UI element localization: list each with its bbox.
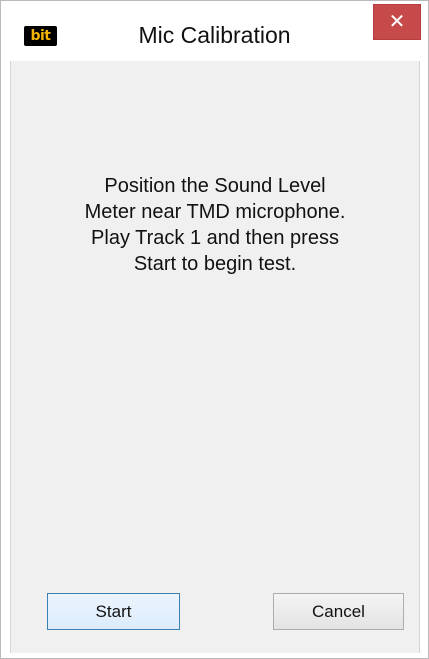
instruction-line-2: Meter near TMD microphone. (84, 201, 346, 223)
start-button[interactable]: Start (47, 593, 180, 630)
instruction-line-1: Position the Sound Level (104, 175, 326, 197)
close-button[interactable]: ✕ (373, 4, 421, 40)
dialog-body: Position the Sound Level Meter near TMD … (10, 61, 420, 653)
instruction-text: Position the Sound Level Meter near TMD … (31, 173, 399, 277)
instruction-line-3: Play Track 1 and then press (91, 227, 339, 249)
mic-calibration-window: bit Mic Calibration ✕ Position the Sound… (0, 0, 429, 659)
window-title: Mic Calibration (138, 22, 291, 48)
instruction-line-4: Start to begin test. (133, 253, 297, 275)
close-icon: ✕ (388, 9, 406, 33)
cancel-button[interactable]: Cancel (273, 593, 404, 630)
title-bar[interactable]: bit Mic Calibration ✕ (1, 1, 428, 61)
